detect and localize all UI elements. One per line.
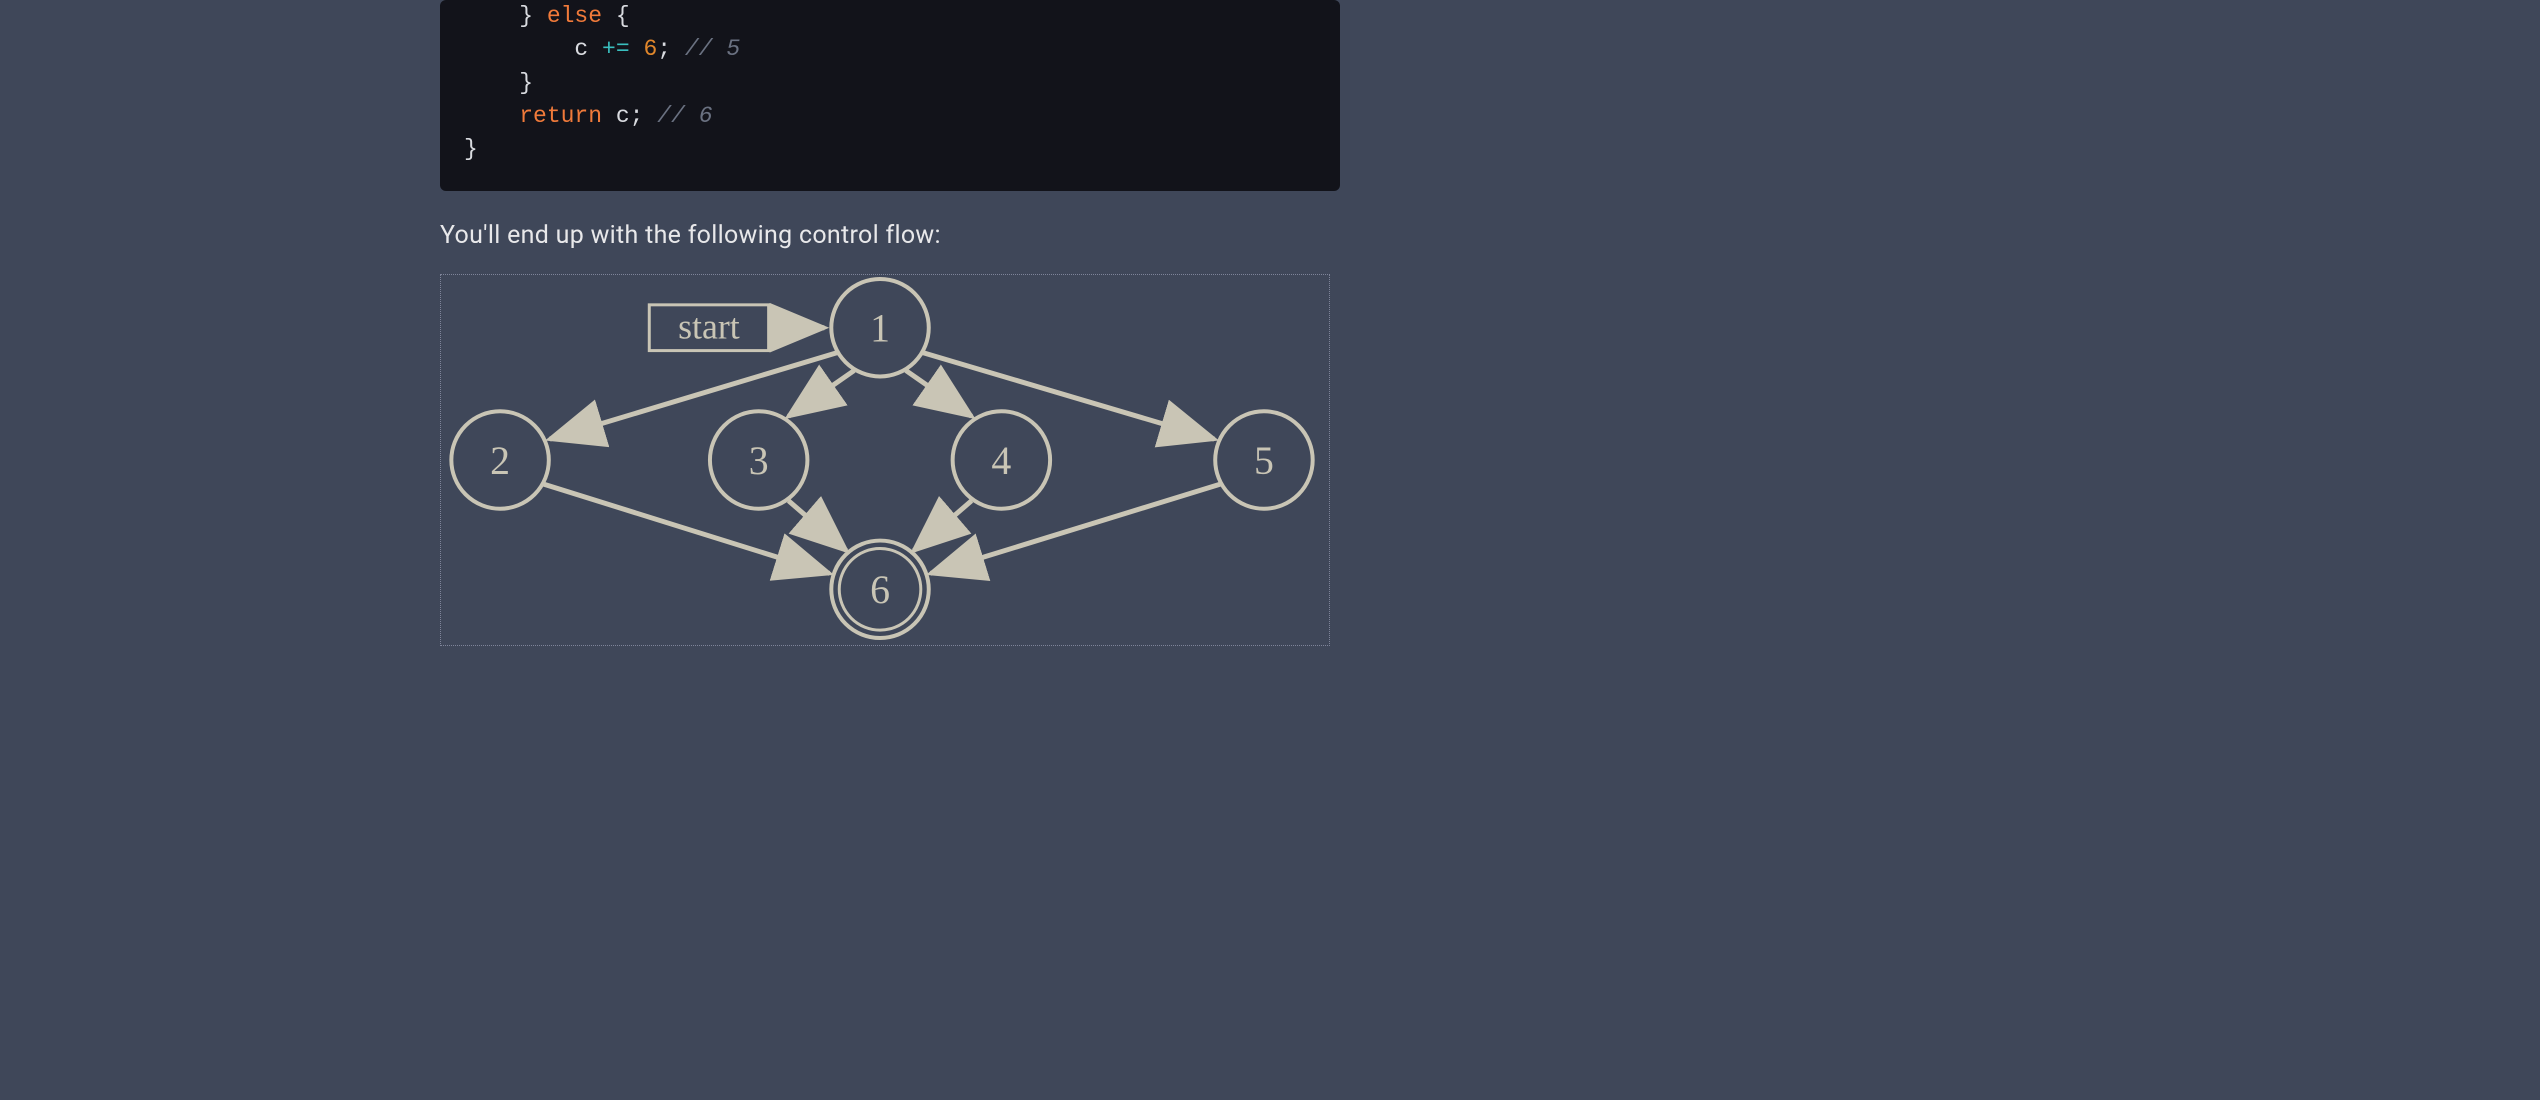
diagram-start-label: start <box>678 306 740 346</box>
code-token <box>588 36 602 62</box>
diagram-node-label: 5 <box>1254 439 1274 483</box>
code-block: } else { c += 6; // 5 } return c; // 6 } <box>440 0 1340 191</box>
code-token: } <box>464 3 547 29</box>
diagram-edge <box>931 484 1221 574</box>
diagram-node-label: 6 <box>870 568 890 612</box>
diagram-edge <box>543 484 829 574</box>
code-token <box>630 36 644 62</box>
code-token: c <box>616 103 630 129</box>
diagram-node-label: 2 <box>490 439 510 483</box>
code-token: return <box>519 103 602 129</box>
code-token: else <box>547 3 602 29</box>
code-token <box>464 36 574 62</box>
diagram-edge <box>914 500 972 550</box>
control-flow-diagram: start 1 2 3 4 5 6 <box>440 274 1330 646</box>
diagram-edge <box>906 370 972 416</box>
code-token: c <box>574 36 588 62</box>
code-token <box>643 103 657 129</box>
diagram-node-label: 1 <box>870 306 890 350</box>
diagram-edge <box>789 500 847 550</box>
code-token: } <box>464 136 478 162</box>
diagram-node-label: 4 <box>991 439 1011 483</box>
code-token <box>671 36 685 62</box>
code-token: ; <box>657 36 671 62</box>
code-token: } <box>464 70 533 96</box>
code-token: // 6 <box>657 103 712 129</box>
code-token: += <box>602 36 630 62</box>
code-token: ; <box>630 103 644 129</box>
diagram-edge <box>789 370 855 416</box>
code-token <box>602 103 616 129</box>
code-token: 6 <box>643 36 657 62</box>
diagram-node-label: 3 <box>749 439 769 483</box>
code-token: // 5 <box>685 36 740 62</box>
code-token: { <box>602 3 630 29</box>
body-paragraph: You'll end up with the following control… <box>440 221 1340 250</box>
code-token <box>464 103 519 129</box>
